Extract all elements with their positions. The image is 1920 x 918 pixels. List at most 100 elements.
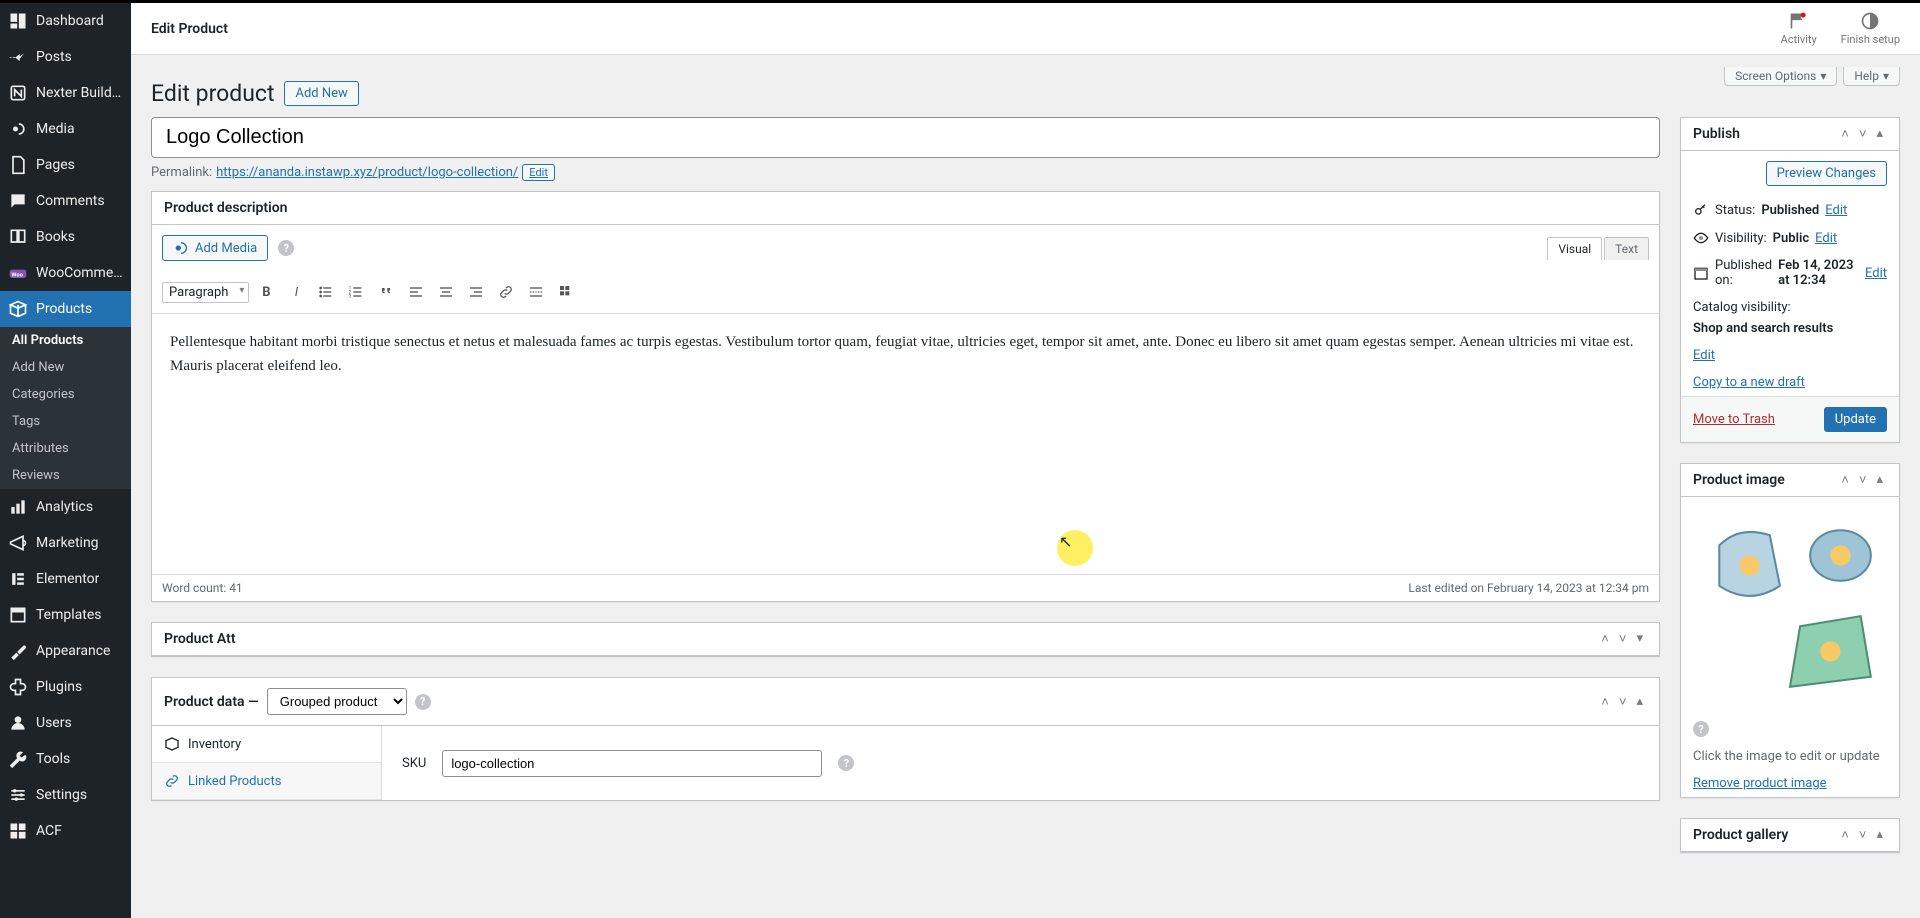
visual-tab[interactable]: Visual xyxy=(1547,237,1602,260)
cursor-icon: ↖ xyxy=(1059,530,1072,556)
circle-half-icon xyxy=(1860,11,1880,31)
bullet-list-button[interactable] xyxy=(313,279,339,305)
chevron-up-icon[interactable]: ˄ xyxy=(1837,472,1853,488)
chevron-down-icon[interactable]: ˅ xyxy=(1855,827,1871,843)
toolbar-toggle-button[interactable] xyxy=(553,279,579,305)
help-icon[interactable]: ? xyxy=(278,240,294,256)
sidebar-item-elementor[interactable]: Elementor xyxy=(0,561,131,597)
submenu-item-attributes[interactable]: Attributes xyxy=(0,435,131,462)
product-att-box: Product Att ˄ ˅ ▾ xyxy=(151,622,1660,657)
chevron-down-icon[interactable]: ˅ xyxy=(1855,472,1871,488)
sidebar-item-posts[interactable]: Posts xyxy=(0,39,131,75)
chevron-up-icon[interactable]: ˄ xyxy=(1597,694,1613,710)
chevron-up-icon[interactable]: ˄ xyxy=(1837,827,1853,843)
sidebar-item-pages[interactable]: Pages xyxy=(0,147,131,183)
admin-sidebar: DashboardPostsNexter BuilderMediaPagesCo… xyxy=(0,3,131,918)
chevron-down-icon[interactable]: ˅ xyxy=(1615,631,1631,647)
align-left-button[interactable] xyxy=(403,279,429,305)
sidebar-item-plugins[interactable]: Plugins xyxy=(0,669,131,705)
numbered-list-button[interactable]: 123 xyxy=(343,279,369,305)
copy-draft-link[interactable]: Copy to a new draft xyxy=(1693,375,1805,390)
product-image-box: Product image ˄ ˅ ▴ xyxy=(1680,463,1900,798)
align-right-button[interactable] xyxy=(463,279,489,305)
screen-options-button[interactable]: Screen Options ▾ xyxy=(1724,67,1837,86)
sidebar-item-dashboard[interactable]: Dashboard xyxy=(0,3,131,39)
sidebar-item-settings[interactable]: Settings xyxy=(0,777,131,813)
product-image-hint: Click the image to edit or update xyxy=(1681,743,1899,770)
submenu-item-categories[interactable]: Categories xyxy=(0,381,131,408)
sku-input[interactable] xyxy=(442,750,822,777)
product-image-thumb[interactable] xyxy=(1681,497,1899,715)
collapse-icon[interactable]: ▾ xyxy=(1632,631,1647,647)
chevron-up-icon[interactable]: ˄ xyxy=(1837,126,1853,142)
update-button[interactable]: Update xyxy=(1824,407,1887,432)
sidebar-item-tools[interactable]: Tools xyxy=(0,741,131,777)
link-icon xyxy=(164,773,180,789)
edit-visibility-link[interactable]: Edit xyxy=(1815,231,1837,246)
collapse-icon[interactable]: ▴ xyxy=(1872,472,1887,488)
align-center-button[interactable] xyxy=(433,279,459,305)
editor-content[interactable]: Pellentesque habitant morbi tristique se… xyxy=(152,314,1659,574)
preview-changes-button[interactable]: Preview Changes xyxy=(1766,161,1887,186)
help-icon[interactable]: ? xyxy=(838,755,854,771)
word-count: Word count: 41 xyxy=(162,581,243,595)
help-icon[interactable]: ? xyxy=(1693,721,1709,737)
add-new-button[interactable]: Add New xyxy=(284,81,358,106)
format-select[interactable]: Paragraph xyxy=(162,282,249,303)
collapse-icon[interactable]: ▴ xyxy=(1872,126,1887,142)
sidebar-item-analytics[interactable]: Analytics xyxy=(0,489,131,525)
add-media-button[interactable]: Add Media xyxy=(162,235,268,261)
sidebar-item-products[interactable]: Products xyxy=(0,291,131,327)
more-button[interactable] xyxy=(523,279,549,305)
sidebar-item-comments[interactable]: Comments xyxy=(0,183,131,219)
product-description-box: Product description Add Media ? Visual T… xyxy=(151,191,1660,602)
sidebar-item-users[interactable]: Users xyxy=(0,705,131,741)
chevron-down-icon[interactable]: ˅ xyxy=(1615,694,1631,710)
sidebar-item-appearance[interactable]: Appearance xyxy=(0,633,131,669)
product-title-input[interactable] xyxy=(151,117,1660,158)
permalink-link[interactable]: https://ananda.instawp.xyz/product/logo-… xyxy=(216,165,518,180)
sku-label: SKU xyxy=(402,756,426,771)
finish-setup-button[interactable]: Finish setup xyxy=(1841,11,1900,46)
sidebar-item-templates[interactable]: Templates xyxy=(0,597,131,633)
permalink-row: Permalink: https://ananda.instawp.xyz/pr… xyxy=(151,158,1660,191)
submenu-item-add-new[interactable]: Add New xyxy=(0,354,131,381)
sidebar-item-nexter-builder[interactable]: Nexter Builder xyxy=(0,75,131,111)
bold-button[interactable]: B xyxy=(253,279,279,305)
chevron-down-icon[interactable]: ˅ xyxy=(1855,126,1871,142)
edit-permalink-button[interactable]: Edit xyxy=(522,164,555,181)
sidebar-item-books[interactable]: Books xyxy=(0,219,131,255)
remove-product-image-link[interactable]: Remove product image xyxy=(1693,776,1827,791)
move-to-trash-link[interactable]: Move to Trash xyxy=(1693,412,1775,427)
sidebar-item-marketing[interactable]: Marketing xyxy=(0,525,131,561)
submenu-item-reviews[interactable]: Reviews xyxy=(0,462,131,489)
link-button[interactable] xyxy=(493,279,519,305)
linked-products-tab[interactable]: Linked Products xyxy=(152,763,381,800)
activity-button[interactable]: Activity xyxy=(1781,11,1817,46)
italic-button[interactable]: I xyxy=(283,279,309,305)
chevron-up-icon[interactable]: ˄ xyxy=(1597,631,1613,647)
edit-catalog-link[interactable]: Edit xyxy=(1693,348,1715,363)
product-type-select[interactable]: Grouped product xyxy=(267,688,407,715)
quote-button[interactable] xyxy=(373,279,399,305)
collapse-icon[interactable]: ▴ xyxy=(1632,694,1647,710)
calendar-icon xyxy=(1693,265,1709,281)
edit-status-link[interactable]: Edit xyxy=(1825,203,1847,218)
help-icon[interactable]: ? xyxy=(415,694,431,710)
collapse-icon[interactable]: ▴ xyxy=(1872,827,1887,843)
last-edited: Last edited on February 14, 2023 at 12:3… xyxy=(1408,581,1649,595)
key-icon xyxy=(1693,202,1709,218)
submenu-item-all-products[interactable]: All Products xyxy=(0,327,131,354)
submenu-item-tags[interactable]: Tags xyxy=(0,408,131,435)
main-area: Edit Product Activity Finish setup Scree… xyxy=(131,3,1920,918)
sidebar-item-woocommerce[interactable]: WooWooCommerce xyxy=(0,255,131,291)
product-data-box: Product data — Grouped product ? ˄ ˅ ▴ xyxy=(151,677,1660,801)
help-button[interactable]: Help ▾ xyxy=(1843,67,1900,86)
sidebar-item-media[interactable]: Media xyxy=(0,111,131,147)
edit-published-link[interactable]: Edit xyxy=(1865,266,1887,281)
text-tab[interactable]: Text xyxy=(1604,237,1649,260)
inventory-tab[interactable]: Inventory xyxy=(152,726,381,763)
sidebar-item-acf[interactable]: ACF xyxy=(0,813,131,849)
cursor-highlight-icon xyxy=(1057,530,1093,566)
editor-toolbar: Paragraph B I 123 xyxy=(152,271,1659,314)
